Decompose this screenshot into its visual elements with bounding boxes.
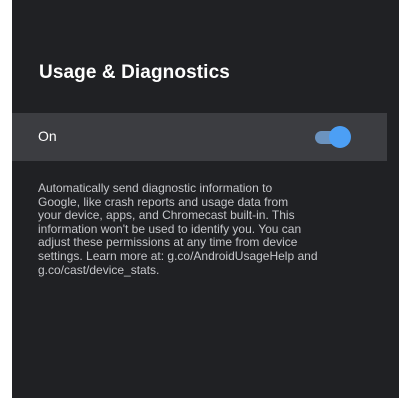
toggle-thumb <box>329 126 351 148</box>
toggle-switch[interactable] <box>313 126 351 148</box>
description-line: adjust these permissions at any time fro… <box>38 235 298 250</box>
usage-diagnostics-toggle-row[interactable]: On <box>12 113 387 161</box>
description-line: Automatically send diagnostic informatio… <box>38 181 273 195</box>
description-line: information won't be used to identify yo… <box>38 221 302 236</box>
toggle-label: On <box>38 128 57 144</box>
description-line: Google, like crash reports and usage dat… <box>38 194 289 209</box>
description-line: settings. Learn more at: g.co/AndroidUsa… <box>38 248 318 263</box>
settings-panel: Usage & Diagnostics On Automatically sen… <box>12 0 399 398</box>
description-text: Automatically send diagnostic informatio… <box>38 181 383 277</box>
page-title: Usage & Diagnostics <box>39 62 230 83</box>
description-line: g.co/cast/device_stats. <box>38 262 160 277</box>
description-line: your device, apps, and Chromecast built-… <box>38 208 295 223</box>
